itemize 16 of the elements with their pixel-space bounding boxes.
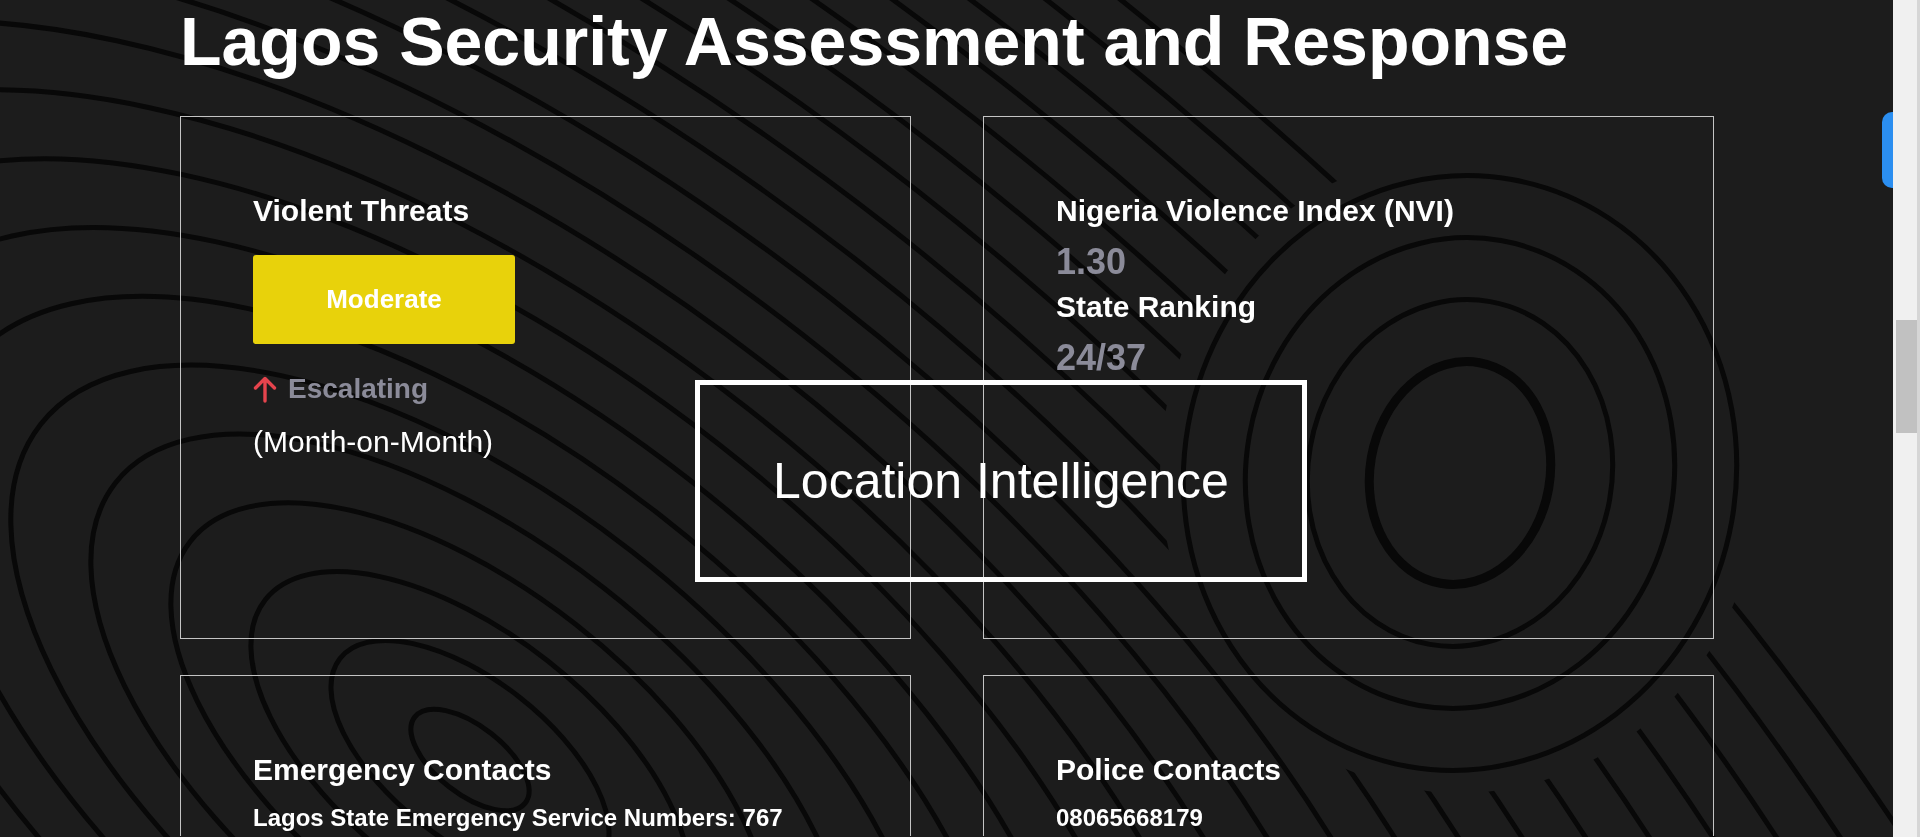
page-title: Lagos Security Assessment and Response bbox=[180, 2, 1569, 80]
scrollbar-thumb[interactable] bbox=[1896, 320, 1917, 433]
period-label: (Month-on-Month) bbox=[253, 424, 494, 460]
trend-label: Escalating bbox=[288, 372, 429, 406]
metric-value: 24/37 bbox=[1056, 337, 1147, 379]
card-heading: Emergency Contacts bbox=[253, 752, 552, 788]
contact-line: Lagos State Emergency Service Numbers: 767 bbox=[253, 803, 783, 833]
contact-line: 08065668179 bbox=[1056, 803, 1203, 833]
scrollbar[interactable] bbox=[1893, 0, 1920, 837]
metric-label: State Ranking bbox=[1056, 289, 1257, 325]
metric-value: 1.30 bbox=[1056, 241, 1127, 283]
threat-level-badge: Moderate bbox=[253, 255, 515, 344]
side-tab[interactable] bbox=[1882, 112, 1893, 188]
metric-label: Nigeria Violence Index (NVI) bbox=[1056, 193, 1454, 229]
card-heading: Violent Threats bbox=[253, 193, 470, 229]
card-heading: Police Contacts bbox=[1056, 752, 1282, 788]
